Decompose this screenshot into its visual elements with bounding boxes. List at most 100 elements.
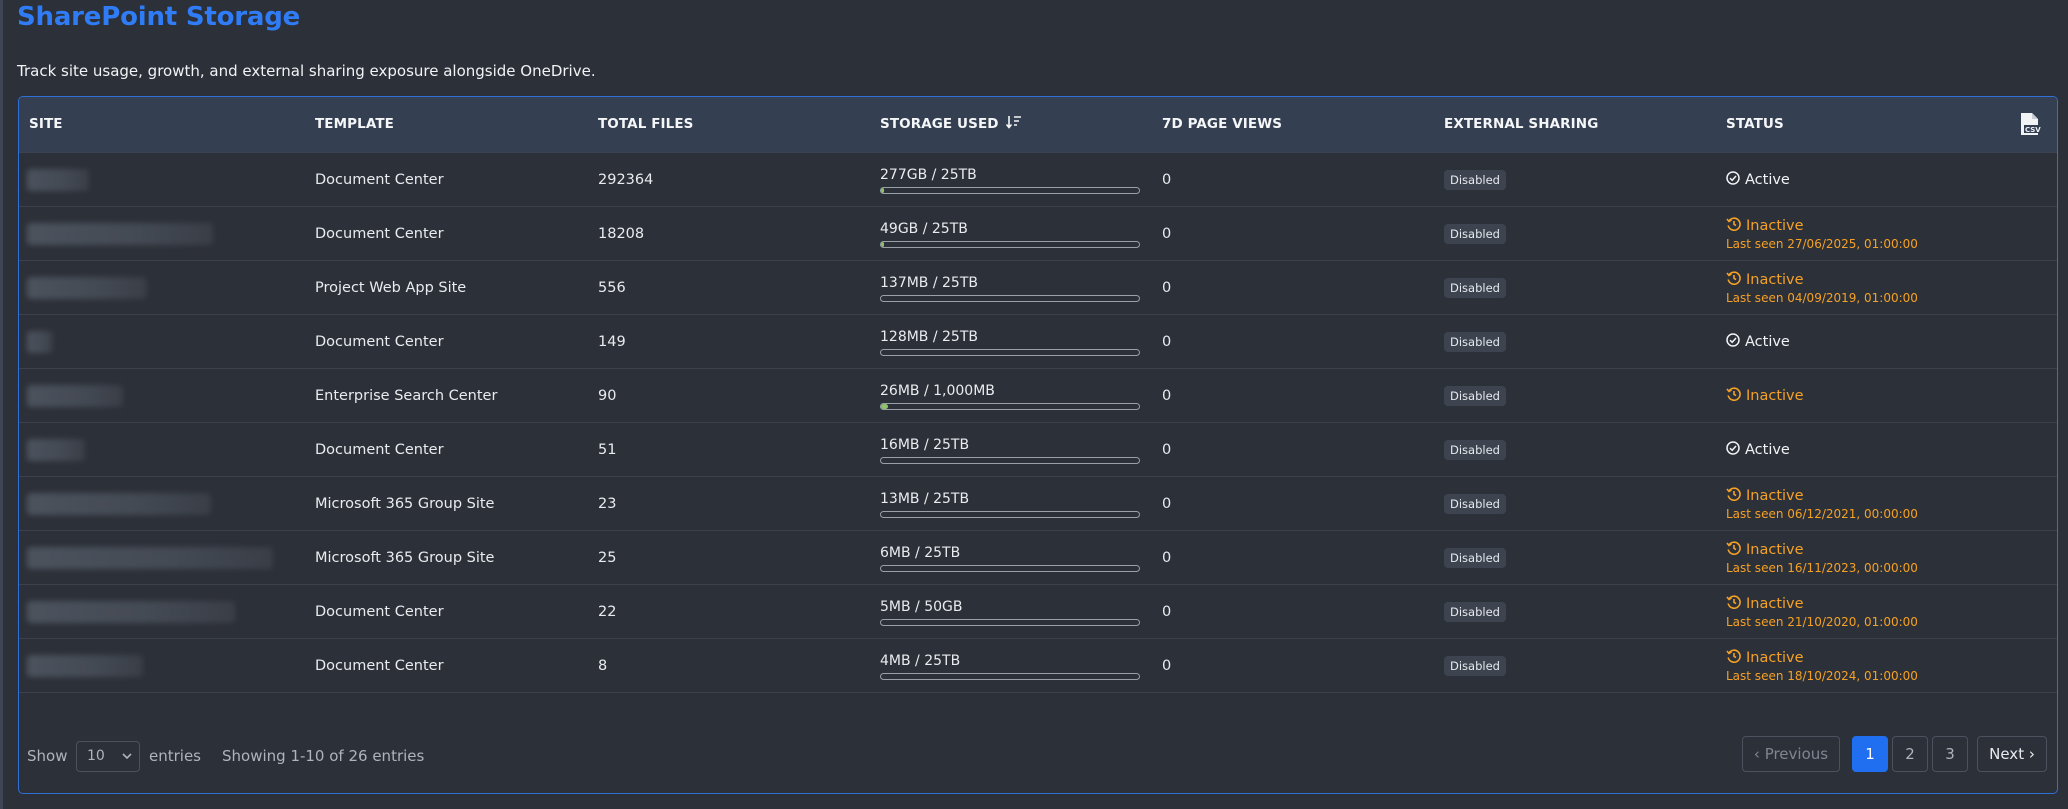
status-cell: Inactive Last seen 21/10/2020, 01:00:00 (1726, 585, 1918, 639)
table-row[interactable]: Document Center 149 128MB / 25TB 0 Disabled A… (19, 315, 2057, 369)
page-views-cell: 0 (1162, 442, 1172, 458)
history-icon (1726, 487, 1741, 505)
external-sharing-badge: Disabled (1444, 224, 1506, 244)
status-active: Active (1726, 171, 1790, 189)
entries-per-page-select[interactable]: 10 (76, 741, 140, 772)
storage-progress-fill (881, 403, 888, 409)
page-3-button[interactable]: 3 (1932, 736, 1968, 772)
storage-cell: 13MB / 25TB (880, 477, 1140, 531)
column-header-template[interactable]: TEMPLATE (315, 97, 394, 152)
site-name-redacted[interactable] (27, 153, 89, 207)
status-label: Inactive (1746, 272, 1804, 288)
total-files-cell: 51 (598, 442, 617, 458)
storage-used-text: 49GB / 25TB (880, 220, 968, 237)
status-inactive: Inactive (1726, 487, 1918, 505)
column-header-external-sharing[interactable]: EXTERNAL SHARING (1444, 97, 1598, 152)
template-cell: Microsoft 365 Group Site (315, 550, 495, 566)
last-seen-text: Last seen 16/11/2023, 00:00:00 (1726, 561, 1918, 575)
external-sharing-badge: Disabled (1444, 170, 1506, 190)
column-header-status[interactable]: STATUS (1726, 97, 1784, 152)
status-label: Inactive (1746, 218, 1804, 234)
history-icon (1726, 271, 1741, 289)
external-sharing-cell: Disabled (1444, 315, 1506, 369)
column-header-storage-used[interactable]: STORAGE USED (880, 97, 1022, 152)
external-sharing-cell: Disabled (1444, 261, 1506, 315)
storage-progress-fill (881, 241, 885, 247)
template-cell: Document Center (315, 334, 444, 350)
status-cell: Inactive (1726, 369, 1804, 423)
table-row[interactable]: Enterprise Search Center 90 26MB / 1,000MB… (19, 369, 2057, 423)
storage-used-text: 277GB / 25TB (880, 166, 977, 183)
previous-page-button[interactable]: ‹ Previous (1742, 736, 1840, 772)
page-1-button[interactable]: 1 (1852, 736, 1888, 772)
last-seen-text: Last seen 27/06/2025, 01:00:00 (1726, 237, 1918, 251)
table-row[interactable]: Microsoft 365 Group Site 23 13MB / 25TB 0 Di… (19, 477, 2057, 531)
chevron-down-icon (122, 742, 132, 782)
site-name-redacted[interactable] (27, 477, 211, 531)
page-views-cell: 0 (1162, 172, 1172, 188)
redacted-site-name (27, 385, 123, 407)
total-files-cell: 23 (598, 496, 617, 512)
site-name-redacted[interactable] (27, 369, 123, 423)
site-name-redacted[interactable] (27, 207, 213, 261)
site-name-redacted[interactable] (27, 639, 143, 693)
storage-progress-bar (880, 240, 1140, 248)
table-row[interactable]: Document Center 51 16MB / 25TB 0 Disabled Act… (19, 423, 2057, 477)
site-name-redacted[interactable] (27, 585, 235, 639)
redacted-site-name (27, 493, 211, 515)
status-label: Inactive (1746, 388, 1804, 404)
template-cell: Enterprise Search Center (315, 388, 498, 404)
table-row[interactable]: Document Center 292364 277GB / 25TB 0 Disabl… (19, 153, 2057, 207)
site-name-redacted[interactable] (27, 315, 53, 369)
storage-progress-bar (880, 456, 1140, 464)
column-header-site[interactable]: SITE (29, 97, 63, 152)
external-sharing-cell: Disabled (1444, 207, 1506, 261)
status-cell: Inactive Last seen 27/06/2025, 01:00:00 (1726, 207, 1918, 261)
table-row[interactable]: Document Center 22 5MB / 50GB 0 Disabled Inac… (19, 585, 2057, 639)
external-sharing-badge: Disabled (1444, 332, 1506, 352)
csv-file-icon: CSV (2021, 113, 2041, 135)
storage-progress-bar (880, 402, 1140, 410)
status-cell: Active (1726, 315, 1790, 369)
column-header-total-files[interactable]: TOTAL FILES (598, 97, 694, 152)
status-active: Active (1726, 441, 1790, 459)
storage-cell: 26MB / 1,000MB (880, 369, 1140, 423)
external-sharing-cell: Disabled (1444, 369, 1506, 423)
table-footer: Show 10 entries Showing 1-10 of 26 entri… (19, 717, 2057, 793)
status-cell: Active (1726, 423, 1790, 477)
page-views-cell: 0 (1162, 388, 1172, 404)
storage-used-text: 5MB / 50GB (880, 598, 963, 615)
table-row[interactable]: Document Center 8 4MB / 25TB 0 Disabled Inact… (19, 639, 2057, 693)
site-name-redacted[interactable] (27, 261, 147, 315)
template-cell: Document Center (315, 226, 444, 242)
status-cell: Inactive Last seen 18/10/2024, 01:00:00 (1726, 639, 1918, 693)
external-sharing-cell: Disabled (1444, 585, 1506, 639)
next-page-button[interactable]: Next › (1977, 736, 2047, 772)
entries-label: entries (149, 747, 201, 765)
page-views-cell: 0 (1162, 496, 1172, 512)
page-title: SharePoint Storage (17, 2, 301, 32)
redacted-site-name (27, 277, 147, 299)
table-body: Document Center 292364 277GB / 25TB 0 Disabl… (19, 153, 2057, 693)
external-sharing-badge: Disabled (1444, 386, 1506, 406)
table-row[interactable]: Document Center 18208 49GB / 25TB 0 Disabled… (19, 207, 2057, 261)
check-circle-icon (1726, 171, 1740, 189)
site-name-redacted[interactable] (27, 423, 85, 477)
total-files-cell: 292364 (598, 172, 654, 188)
total-files-cell: 22 (598, 604, 617, 620)
site-name-redacted[interactable] (27, 531, 273, 585)
redacted-site-name (27, 601, 235, 623)
last-seen-text: Last seen 21/10/2020, 01:00:00 (1726, 615, 1918, 629)
export-csv-button[interactable]: CSV (2019, 112, 2041, 136)
status-label: Inactive (1746, 596, 1804, 612)
column-header-page-views[interactable]: 7D PAGE VIEWS (1162, 97, 1282, 152)
storage-cell: 5MB / 50GB (880, 585, 1140, 639)
total-files-cell: 8 (598, 658, 608, 674)
history-icon (1726, 217, 1741, 235)
page-2-button[interactable]: 2 (1892, 736, 1928, 772)
table-row[interactable]: Microsoft 365 Group Site 25 6MB / 25TB 0 Dis… (19, 531, 2057, 585)
template-cell: Document Center (315, 172, 444, 188)
table-row[interactable]: Project Web App Site 556 137MB / 25TB 0 Disa… (19, 261, 2057, 315)
storage-used-text: 13MB / 25TB (880, 490, 970, 507)
external-sharing-cell: Disabled (1444, 477, 1506, 531)
